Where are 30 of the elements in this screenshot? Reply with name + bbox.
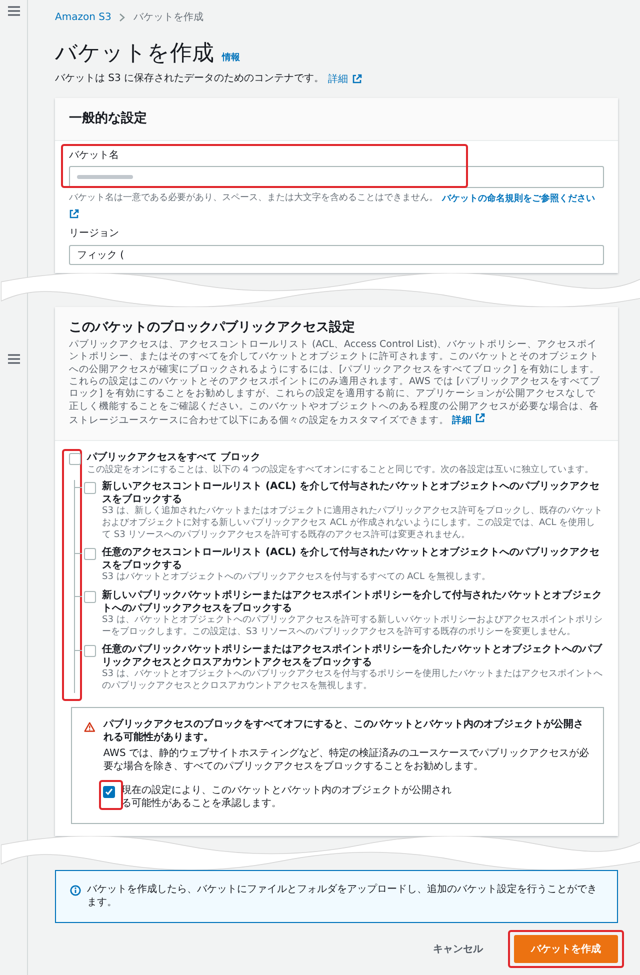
field-label: リージョン [69, 227, 120, 241]
breadcrumb-link[interactable]: Amazon S3 [55, 12, 112, 22]
option-title: 新しいアクセスコントロールリスト (ACL) を介して付与されたバケットとオブジェクトへのパブリックアクセスをブロックする [102, 480, 601, 506]
learn-more-link[interactable]: 詳細 [452, 415, 472, 426]
naming-rules-link[interactable]: バケットの命名規則をご参照ください [442, 192, 595, 206]
info-link[interactable]: 情報 [222, 51, 240, 64]
info-text: バケットを作成したら、バケットにファイルとフォルダをアップロードし、追加のバケット設定を行うことができます。 [87, 882, 598, 910]
page-description: バケットは S3 に保存されたデータのためのコンテナです。 [55, 72, 324, 86]
section-heading: 一般的な設定 [69, 110, 148, 128]
option-title: 任意のアクセスコントロールリスト (ACL) を介して付与されたバケットとオブジェクトへのパブリックアクセスをブロックする [102, 546, 601, 572]
section-heading: このバケットのブロックパブリックアクセス設定 [69, 318, 356, 336]
option-description: S3 は、バケットとオブジェクトへのパブリックアクセスを付与するポリシーを使用したバケットまたはアクセスポイントへのパブリックアクセスとクロスアカウントアクセスを無視します。 [102, 669, 604, 693]
option-description: この設定をオンにすることは、以下の 4 つの設定をすべてオンにすることと同じです。次の各設定は互いに独立しています。 [87, 464, 594, 476]
create-bucket-button[interactable]: バケットを作成 [514, 934, 618, 963]
region-select[interactable]: フィック ( [69, 244, 604, 265]
field-label: バケット名 [69, 148, 120, 162]
option-description: S3 はバケットとオブジェクトへのパブリックアクセスを付与するすべての ACL を無視します。 [102, 572, 492, 584]
section-description: パブリックアクセスは、アクセスコントロールリスト (ACL、Access Control List)、バケットポリシー、アクセスポイントポリシー、またはそのすべてを介してバケットとオブジェクトに許可されます。このバケットとそのオブジェクトへの公開アクセスが確実にブロックされるようにするには、[パブリックアクセスをすべてブロック] を有効にします。これらの設定はこのバケットとそのアクセスポイントにのみ適用されます。AWS では [パブリックアクセスをすべてブロック] を有効にすることをお勧めしますが、これらの設定を適用する前に、アプリケーションが公開アクセスなしで正しく機能することをご確認ください。このバケットやオブジェクトへのある程度の公開アクセスが必要な場合は、各ストレージユースケースに合わせて以下にある個々の設定をカスタマイズできます。 詳細 [69, 339, 602, 428]
page-title: バケットを作成 [55, 40, 214, 68]
option-title: 新しいパブリックバケットポリシーまたはアクセスポイントポリシーを介して付与されたバケットとオブジェクトへのパブリックアクセスをブロックする [102, 588, 603, 614]
warning-text: AWS では、静的ウェブサイトホスティングなど、特定の検証済みのユースケースでパブリックアクセスが必要な場合を除き、すべてのパブリックアクセスをブロックすることをお勧めします。 [103, 746, 590, 774]
warning-title: パブリックアクセスのブロックをすべてオフにすると、このバケットとバケット内のオブジェクトが公開される可能性があります。 [103, 718, 584, 745]
breadcrumb-current: バケットを作成 [133, 10, 204, 24]
field-hint: バケット名は一意である必要があり、スペース、または大文字を含めることはできません。 [69, 192, 438, 205]
option-title: 任意のパブリックバケットポリシーまたはアクセスポイントポリシーを介したバケットとオブジェクトへのパブリックアクセスとクロスアカウントアクセスをブロックする [102, 643, 604, 668]
learn-more-link[interactable]: 詳細 [328, 72, 348, 86]
cancel-button[interactable]: キャンセル [416, 934, 500, 963]
option-description: S3 は、バケットとオブジェクトへのパブリックアクセスを許可する新しいバケットポリシーおよびアクセスポイントポリシーをブロックします。この設定は、S3 リソースへのパブリックアクセスを許可する既存のポリシーを変更しません。 [102, 614, 604, 638]
option-title: パブリックアクセスをすべて ブロック [87, 450, 262, 464]
option-description: S3 は、新しく追加されたバケットまたはオブジェクトに適用されたパブリックアクセス許可をブロックし、既存のバケットおよびオブジェクトに対する新しいパブリックアクセス ACL が作成されないようにします。この設定では、ACL を使用して S3 リソースへのパブリックアクセスを許可する既存のアクセス許可は変更されません。 [102, 506, 604, 542]
